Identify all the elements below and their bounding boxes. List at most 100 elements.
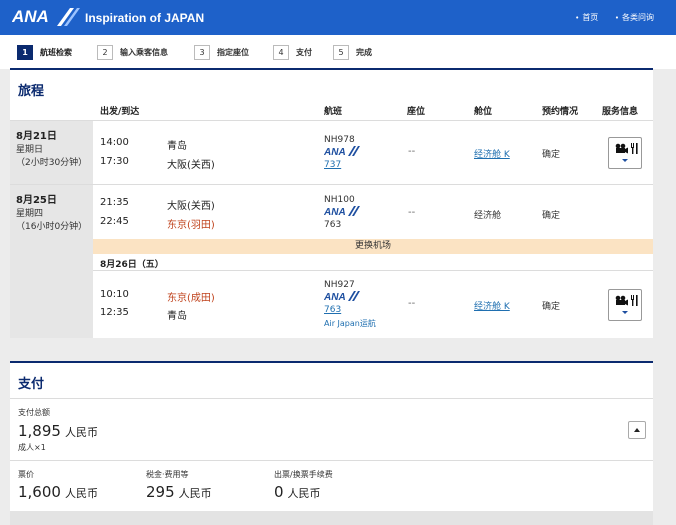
ana-mini-logo: ANA [324, 206, 360, 216]
site-header: ANA Inspiration of JAPAN 首页 各类问询 [0, 0, 676, 35]
service-info-button[interactable] [608, 137, 642, 169]
operator-link[interactable]: Air Japan运航 [324, 318, 376, 329]
tax-amount: 295 人民币 [146, 483, 212, 501]
currency: 人民币 [178, 487, 212, 500]
step-complete: 5 完成 [333, 44, 372, 60]
dep-city: 东京(成田) [167, 293, 215, 304]
row-divider [10, 184, 653, 185]
flight-number: NH978 [324, 135, 355, 145]
step-passenger-info: 2 输入乘客信息 [97, 44, 168, 60]
movie-meal-icon [615, 295, 638, 314]
date-cell: 8月21日 星期日 （2小时30分钟） [10, 121, 93, 184]
ana-mini-logo: ANA [324, 291, 360, 301]
row-divider [10, 398, 653, 399]
step-number: 3 [194, 44, 210, 60]
payment-divider [10, 361, 653, 363]
aircraft: 763 [324, 220, 342, 230]
movie-meal-icon [615, 143, 638, 162]
currency: 人民币 [64, 426, 98, 439]
step-number: 2 [97, 44, 113, 60]
date-cell: 8月25日 星期四 （16小时0分钟） [10, 185, 93, 338]
duration: （16小时0分钟） [16, 222, 88, 232]
step-label: 输入乘客信息 [120, 47, 168, 57]
home-link[interactable]: 首页 [575, 13, 598, 22]
date: 8月21日 [16, 131, 57, 142]
progress-steps: 1 航班检索 2 输入乘客信息 3 指定座位 4 支付 5 完成 [0, 35, 676, 69]
total-label: 支付总额 [18, 408, 50, 417]
svg-text:ANA: ANA [12, 7, 49, 26]
step-label: 指定座位 [217, 47, 249, 57]
fare-amount: 1,600 人民币 [18, 483, 98, 501]
row-divider [10, 460, 653, 461]
aircraft-link[interactable]: 763 [324, 305, 341, 315]
flight-number: NH927 [324, 280, 355, 290]
tax-value: 295 [146, 483, 175, 501]
fee-amount: 0 人民币 [274, 483, 321, 501]
service-info-button[interactable] [608, 289, 642, 321]
chevron-up-icon [634, 428, 640, 432]
fare-label: 票价 [18, 470, 34, 479]
fee-value: 0 [274, 483, 284, 501]
col-cabin: 舱位 [474, 107, 493, 117]
step-seat: 3 指定座位 [194, 44, 249, 60]
step-number: 4 [273, 44, 289, 60]
ana-mini-logo: ANA [324, 146, 360, 156]
next-day-date: 8月26日（五） [100, 260, 164, 270]
col-service: 服务信息 [602, 107, 639, 117]
step-number: 1 [17, 44, 33, 60]
dep-city: 青岛 [167, 141, 187, 152]
tax-label: 税金·费用等 [146, 470, 189, 479]
currency: 人民币 [64, 487, 98, 500]
booking-status: 确定 [542, 302, 561, 312]
seat-value: -- [408, 298, 416, 309]
arr-city: 青岛 [167, 311, 187, 322]
seat-value: -- [408, 146, 416, 157]
cabin-link[interactable]: 经济舱 K [474, 299, 510, 312]
step-label: 支付 [296, 47, 312, 57]
inquiry-link[interactable]: 各类问询 [615, 13, 654, 22]
collapse-button[interactable] [628, 421, 646, 439]
arr-time: 17:30 [100, 156, 129, 167]
total-amount: 1,895 人民币 [18, 422, 98, 440]
col-flight: 航班 [324, 107, 343, 117]
total-value: 1,895 [18, 422, 61, 440]
cabin: 经济舱 [474, 211, 502, 221]
transfer-banner: 更换机场 [93, 239, 653, 254]
col-depart-arrive: 出发/到达 [100, 107, 140, 117]
passenger-count: 成人×1 [18, 443, 46, 452]
dep-time: 14:00 [100, 137, 129, 148]
duration: （2小时30分钟） [16, 158, 88, 168]
arr-time: 22:45 [100, 216, 129, 227]
svg-text:ANA: ANA [324, 292, 346, 301]
weekday: 星期四 [16, 209, 44, 219]
flight-number: NH100 [324, 195, 355, 205]
arr-time: 12:35 [100, 307, 129, 318]
date: 8月25日 [16, 195, 57, 206]
step-number: 5 [333, 44, 349, 60]
booking-status: 确定 [542, 211, 561, 221]
dep-time: 21:35 [100, 197, 129, 208]
currency: 人民币 [287, 487, 321, 500]
fare-value: 1,600 [18, 483, 61, 501]
cabin-link[interactable]: 经济舱 K [474, 147, 510, 160]
payment-card: 支付 支付总额 1,895 人民币 成人×1 票价 1,600 人民币 税金·费用等… [10, 361, 653, 525]
dep-city: 大阪(关西) [167, 201, 215, 212]
payment-title: 支付 [18, 377, 45, 392]
svg-text:ANA: ANA [324, 207, 346, 216]
step-search: 1 航班检索 [17, 44, 72, 60]
passenger-breakdown-bar[interactable] [10, 511, 653, 525]
aircraft-link[interactable]: 737 [324, 160, 341, 170]
col-booking: 预约情况 [542, 107, 579, 117]
step-label: 航班检索 [40, 47, 72, 57]
step-payment: 4 支付 [273, 44, 312, 60]
itinerary-title: 旅程 [18, 84, 45, 99]
ana-logo[interactable]: ANA [12, 5, 80, 29]
fee-label: 出票/换票手续费 [274, 470, 333, 479]
itinerary-card: 旅程 出发/到达 航班 座位 舱位 预约情况 服务信息 8月21日 星期日 （2… [10, 70, 653, 338]
arr-city: 大阪(关西) [167, 160, 215, 171]
weekday: 星期日 [16, 145, 44, 155]
step-label: 完成 [356, 47, 372, 57]
row-divider [93, 270, 653, 271]
tagline: Inspiration of JAPAN [85, 11, 205, 25]
header-links: 首页 各类问询 [561, 12, 654, 23]
